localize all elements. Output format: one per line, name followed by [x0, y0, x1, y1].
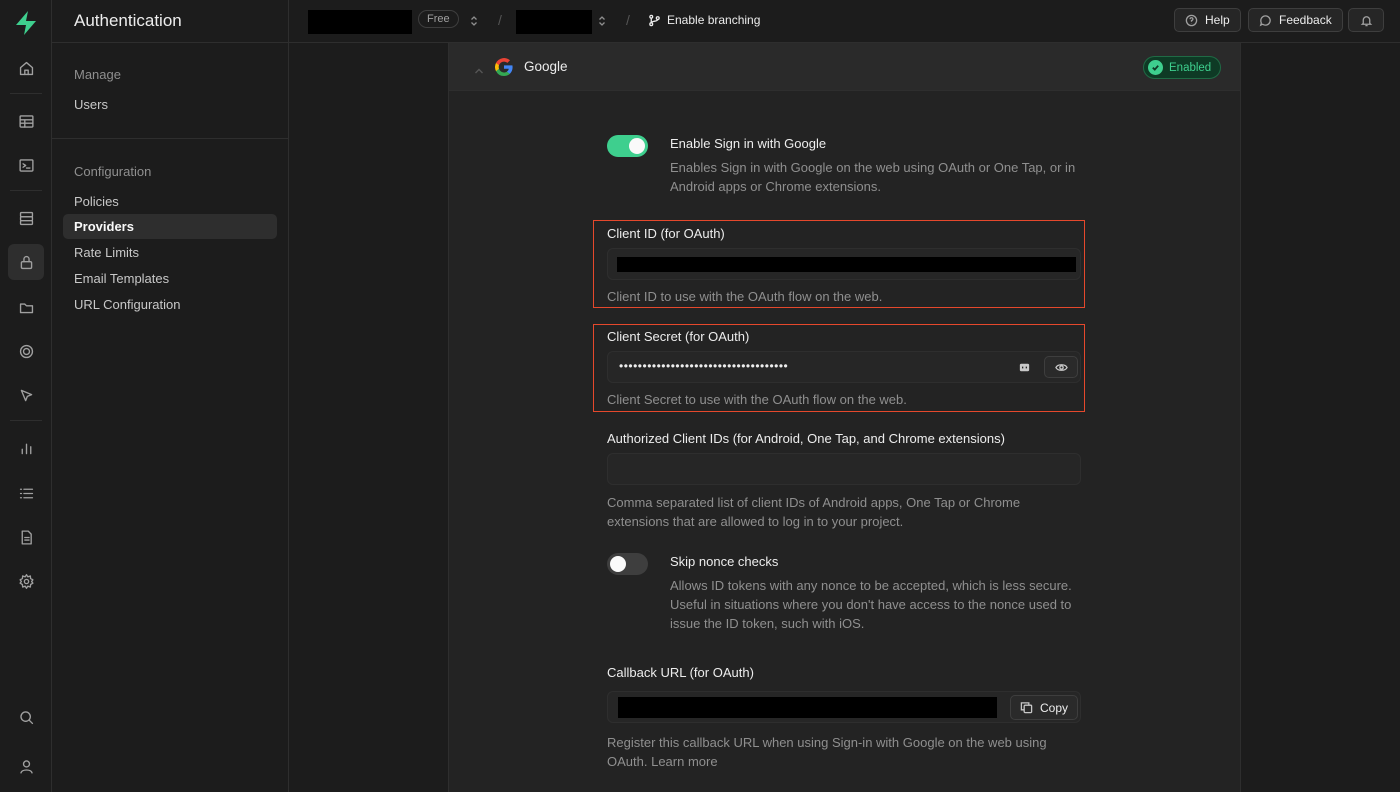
enable-sign-in-toggle[interactable]	[607, 135, 648, 157]
copy-icon	[1020, 702, 1033, 714]
callback-url-value-redacted	[618, 697, 997, 718]
breadcrumb-separator: /	[626, 12, 630, 28]
feedback-button[interactable]: Feedback	[1248, 8, 1343, 32]
sql-editor-icon[interactable]	[8, 147, 44, 183]
eye-icon	[1054, 363, 1068, 371]
enable-branching-label: Enable branching	[667, 13, 761, 27]
provider-name: Google	[524, 59, 568, 74]
client-id-value-redacted	[617, 257, 1076, 272]
client-secret-masked-value: ••••••••••••••••••••••••••••••••••••	[619, 359, 789, 373]
authorized-client-ids-label: Authorized Client IDs (for Android, One …	[607, 431, 1005, 446]
sidebar-group-manage: Manage	[74, 67, 121, 82]
plan-badge: Free	[418, 10, 459, 28]
password-manager-icon[interactable]	[1015, 356, 1033, 378]
org-chevron-icon[interactable]	[470, 14, 478, 26]
realtime-icon[interactable]	[8, 333, 44, 369]
authorized-client-ids-help: Comma separated list of client IDs of An…	[607, 495, 1021, 529]
rail-divider	[10, 190, 42, 191]
organization-selector-redacted[interactable]	[308, 10, 412, 34]
logs-icon[interactable]	[8, 475, 44, 511]
learn-more-link[interactable]: Learn more	[651, 754, 717, 769]
status-text: Enabled	[1169, 61, 1212, 74]
enable-branching-button[interactable]: Enable branching	[648, 13, 760, 27]
sidebar-item-email-templates[interactable]: Email Templates	[63, 266, 277, 291]
enabled-status-badge: Enabled	[1143, 56, 1222, 79]
copy-label: Copy	[1039, 700, 1068, 715]
product-sidebar: Authentication Manage Users Configuratio…	[52, 0, 289, 792]
breadcrumb-separator: /	[498, 12, 502, 28]
sidebar-item-url-configuration[interactable]: URL Configuration	[63, 292, 277, 317]
sidebar-item-providers[interactable]: Providers	[63, 214, 277, 239]
callback-url-label: Callback URL (for OAuth)	[607, 665, 754, 680]
provider-panel: Google Enabled	[448, 43, 1241, 792]
authentication-icon[interactable]	[8, 244, 44, 280]
client-id-label: Client ID (for OAuth)	[607, 226, 725, 241]
collapse-chevron-icon[interactable]	[474, 62, 484, 74]
skip-nonce-description: Allows ID tokens with any nonce to be ac…	[670, 578, 1072, 631]
bell-icon	[1360, 15, 1372, 26]
api-docs-icon[interactable]	[8, 519, 44, 555]
sidebar-item-users[interactable]: Users	[63, 92, 277, 117]
callback-url-help: Register this callback URL when using Si…	[607, 733, 1077, 771]
reveal-secret-button[interactable]	[1044, 356, 1078, 378]
toggle-knob	[610, 556, 626, 572]
skip-nonce-toggle[interactable]	[607, 553, 648, 575]
enable-sign-in-description: Enables Sign in with Google on the web u…	[670, 160, 1076, 194]
rail-divider	[10, 93, 42, 94]
sidebar-title: Authentication	[52, 0, 288, 43]
copy-callback-url-button[interactable]: Copy	[1010, 695, 1078, 720]
top-bar: Free / / Enable branching Help Feedback	[289, 0, 1400, 43]
authorized-client-ids-input[interactable]	[607, 453, 1081, 485]
provider-header[interactable]: Google Enabled	[449, 43, 1240, 91]
project-chevron-icon[interactable]	[598, 14, 606, 26]
supabase-logo-icon[interactable]	[14, 10, 38, 36]
toggle-knob	[629, 138, 645, 154]
sidebar-group-configuration: Configuration	[74, 164, 152, 179]
client-secret-label: Client Secret (for OAuth)	[607, 329, 750, 344]
client-secret-help: Client Secret to use with the OAuth flow…	[607, 392, 907, 407]
help-label: Help	[1205, 13, 1230, 27]
database-icon[interactable]	[8, 200, 44, 236]
enable-sign-in-label: Enable Sign in with Google	[670, 136, 827, 151]
edge-functions-icon[interactable]	[8, 377, 44, 413]
settings-icon[interactable]	[8, 563, 44, 599]
help-circle-icon	[1185, 14, 1198, 26]
table-editor-icon[interactable]	[8, 103, 44, 139]
message-icon	[1259, 14, 1271, 26]
user-icon[interactable]	[8, 748, 44, 784]
feedback-label: Feedback	[1279, 13, 1332, 27]
client-id-help: Client ID to use with the OAuth flow on …	[607, 289, 883, 304]
sidebar-item-rate-limits[interactable]: Rate Limits	[63, 240, 277, 265]
storage-icon[interactable]	[8, 289, 44, 325]
icon-rail	[0, 0, 52, 792]
reports-icon[interactable]	[8, 430, 44, 466]
search-icon[interactable]	[8, 699, 44, 735]
project-selector-redacted[interactable]	[516, 10, 592, 34]
sidebar-item-policies[interactable]: Policies	[63, 189, 277, 214]
skip-nonce-label: Skip nonce checks	[670, 554, 779, 569]
home-icon[interactable]	[8, 50, 44, 86]
google-logo-icon	[495, 58, 513, 76]
check-circle-icon	[1148, 60, 1163, 75]
sidebar-divider	[52, 138, 288, 139]
rail-divider	[10, 420, 42, 421]
git-branch-icon	[649, 14, 660, 26]
help-button[interactable]: Help	[1174, 8, 1241, 32]
notifications-button[interactable]	[1348, 8, 1384, 32]
